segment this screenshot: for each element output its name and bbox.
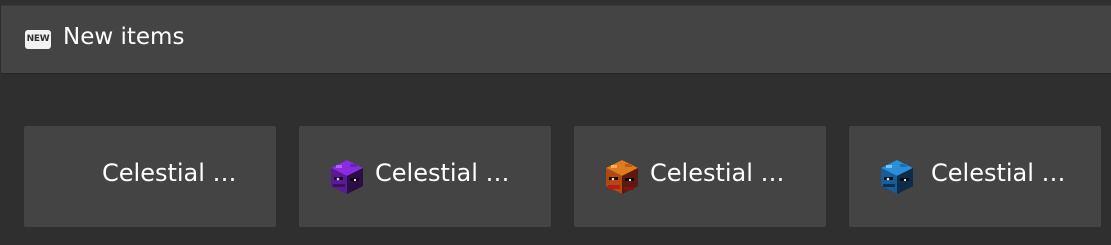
new-items-panel: NEW New items Celestial … Celestial … Ce… (0, 0, 1111, 245)
item-card-2[interactable]: Celestial … (299, 126, 551, 227)
item-card-3[interactable]: Celestial … (574, 126, 826, 227)
item-card-1[interactable]: Celestial … (24, 126, 276, 227)
item-list: Celestial … Celestial … Celestial … Cele… (0, 126, 1111, 227)
panel-header: NEW New items (1, 5, 1111, 74)
purple-helmet-icon (331, 160, 363, 194)
item-card-4[interactable]: Celestial … (849, 126, 1101, 227)
item-label: Celestial … (931, 159, 1066, 187)
panel-title: New items (63, 24, 185, 50)
blue-helmet-icon (881, 160, 913, 194)
orange-helmet-icon (606, 160, 638, 194)
item-label: Celestial … (102, 159, 237, 187)
item-label: Celestial … (650, 159, 785, 187)
new-badge-icon: NEW (25, 30, 51, 49)
item-label: Celestial … (375, 159, 510, 187)
